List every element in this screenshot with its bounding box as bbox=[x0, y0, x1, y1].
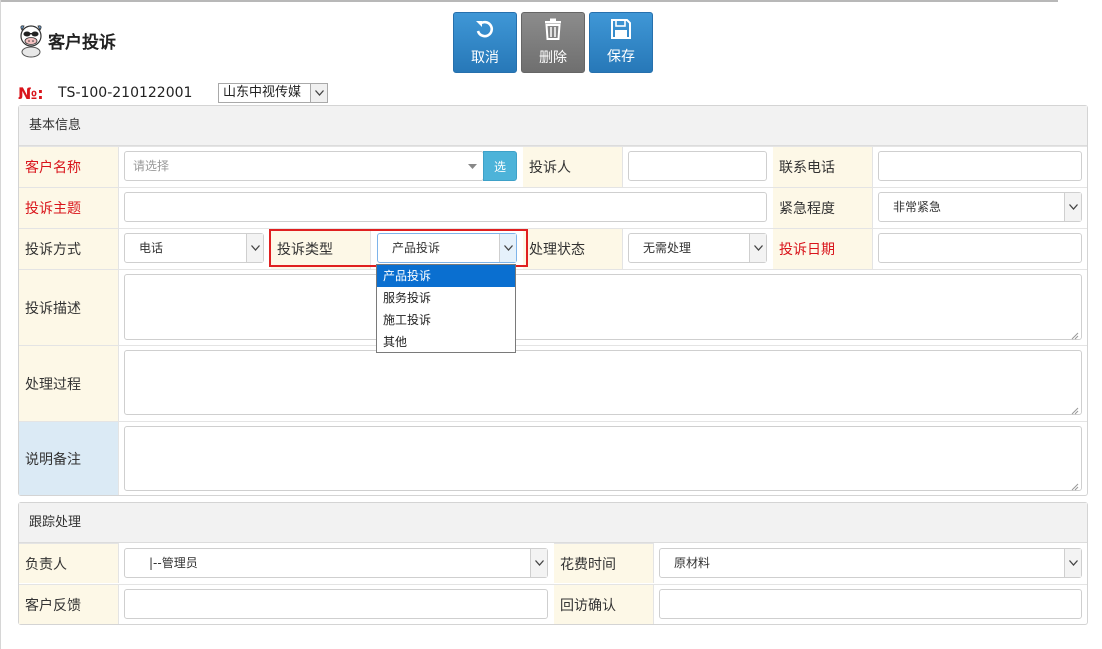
date-input[interactable] bbox=[878, 233, 1082, 263]
customer-select-button[interactable]: 选 bbox=[483, 151, 517, 181]
page-title-text: 客户投诉 bbox=[48, 32, 116, 53]
chevron-down-icon bbox=[246, 234, 263, 262]
visit-input[interactable] bbox=[659, 589, 1082, 619]
urgency-select-value: 非常紧急 bbox=[893, 200, 942, 214]
subject-input[interactable] bbox=[124, 192, 767, 222]
undo-icon bbox=[474, 18, 496, 44]
left-border bbox=[0, 0, 1, 649]
phone-label: 联系电话 bbox=[773, 146, 873, 187]
trash-icon bbox=[543, 18, 563, 44]
method-label: 投诉方式 bbox=[19, 228, 119, 269]
date-label: 投诉日期 bbox=[773, 228, 873, 269]
company-select-value: 山东中视传媒 bbox=[223, 85, 302, 100]
chevron-down-icon bbox=[310, 84, 327, 102]
type-option-product[interactable]: 产品投诉 bbox=[377, 265, 515, 287]
urgency-label: 紧急程度 bbox=[773, 187, 873, 228]
phone-input[interactable] bbox=[878, 151, 1082, 181]
feedback-input[interactable] bbox=[124, 589, 548, 619]
number-label: №: bbox=[18, 83, 44, 103]
customer-name-placeholder: 请选择 bbox=[133, 159, 170, 173]
owner-select-value: |--管理员 bbox=[149, 556, 198, 570]
owner-select[interactable]: |--管理员 bbox=[124, 548, 548, 578]
resize-grip-icon[interactable] bbox=[1071, 329, 1079, 340]
time-select[interactable]: 原材料 bbox=[659, 548, 1082, 578]
delete-button-label: 删除 bbox=[539, 50, 567, 66]
description-textarea[interactable] bbox=[124, 274, 1082, 340]
row-divider bbox=[119, 187, 1087, 188]
tracking-heading: 跟踪处理 bbox=[19, 503, 1087, 543]
row-divider bbox=[119, 345, 1087, 346]
status-select-value: 无需处理 bbox=[643, 241, 692, 255]
feedback-label: 客户反馈 bbox=[19, 584, 119, 624]
method-select-value: 电话 bbox=[139, 241, 164, 255]
number-value: TS-100-210122001 bbox=[58, 85, 193, 101]
row-divider bbox=[119, 269, 1087, 270]
row-divider bbox=[119, 421, 1087, 422]
floppy-disk-icon bbox=[611, 19, 631, 43]
status-label: 处理状态 bbox=[523, 228, 623, 269]
type-field-highlight bbox=[269, 229, 528, 267]
remark-textarea[interactable] bbox=[124, 426, 1082, 491]
type-option-other[interactable]: 其他 bbox=[377, 331, 515, 353]
method-select[interactable]: 电话 bbox=[124, 233, 264, 263]
complainant-input[interactable] bbox=[628, 151, 767, 181]
cow-mascot-icon bbox=[18, 22, 44, 58]
process-textarea[interactable] bbox=[124, 350, 1082, 415]
process-label: 处理过程 bbox=[19, 345, 119, 421]
visit-label: 回访确认 bbox=[554, 584, 654, 624]
owner-label: 负责人 bbox=[19, 543, 119, 583]
remark-label: 说明备注 bbox=[19, 421, 119, 495]
urgency-select[interactable]: 非常紧急 bbox=[878, 192, 1082, 222]
resize-grip-icon[interactable] bbox=[1071, 404, 1079, 415]
company-select[interactable]: 山东中视传媒 bbox=[218, 83, 328, 103]
cancel-button[interactable]: 取消 bbox=[453, 12, 517, 73]
type-option-construction[interactable]: 施工投诉 bbox=[377, 309, 515, 331]
customer-name-label: 客户名称 bbox=[19, 146, 119, 187]
caret-down-icon bbox=[468, 152, 477, 180]
chevron-down-icon bbox=[749, 234, 766, 262]
top-border bbox=[0, 0, 1058, 2]
time-label: 花费时间 bbox=[554, 543, 654, 583]
subject-label: 投诉主题 bbox=[19, 187, 119, 228]
save-button[interactable]: 保存 bbox=[589, 12, 653, 73]
customer-name-select[interactable]: 请选择 bbox=[124, 151, 484, 181]
document-number: №: TS-100-210122001 bbox=[18, 82, 192, 104]
page-title: 客户投诉 bbox=[18, 20, 116, 60]
save-button-label: 保存 bbox=[607, 49, 635, 65]
status-select[interactable]: 无需处理 bbox=[628, 233, 767, 263]
delete-button[interactable]: 删除 bbox=[521, 12, 585, 73]
basic-info-heading: 基本信息 bbox=[19, 106, 1087, 146]
chevron-down-icon bbox=[530, 549, 547, 577]
chevron-down-icon bbox=[1064, 549, 1081, 577]
resize-grip-icon[interactable] bbox=[1071, 480, 1079, 491]
type-dropdown-list: 产品投诉 服务投诉 施工投诉 其他 bbox=[376, 264, 516, 353]
chevron-down-icon bbox=[1064, 193, 1081, 221]
description-label: 投诉描述 bbox=[19, 269, 119, 345]
complainant-label: 投诉人 bbox=[523, 146, 623, 187]
type-option-service[interactable]: 服务投诉 bbox=[377, 287, 515, 309]
cancel-button-label: 取消 bbox=[471, 50, 499, 66]
time-select-value: 原材料 bbox=[674, 556, 711, 570]
